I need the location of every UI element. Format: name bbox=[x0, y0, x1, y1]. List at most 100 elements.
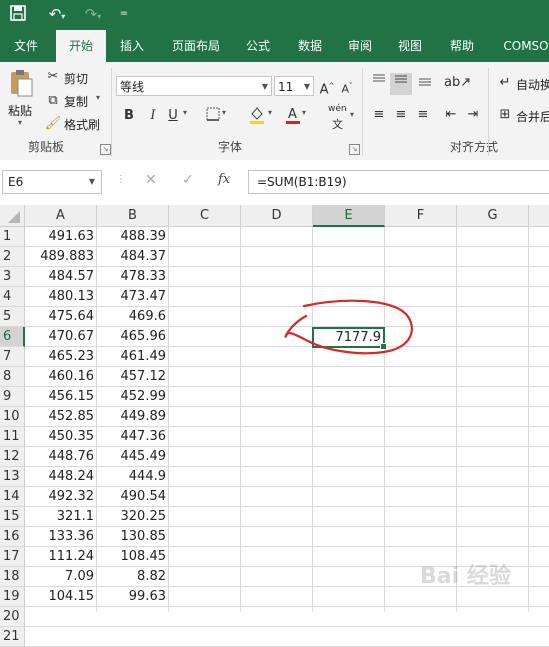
column-header-b[interactable]: B bbox=[97, 205, 169, 227]
cell-b2[interactable]: 484.37 bbox=[97, 247, 169, 267]
cell-b4[interactable]: 473.47 bbox=[97, 287, 169, 307]
row-header-5[interactable]: 5 bbox=[0, 307, 25, 327]
cell-a1[interactable]: 491.63 bbox=[25, 227, 97, 247]
chevron-down-icon[interactable]: ▼ bbox=[89, 171, 95, 193]
merge-center-button[interactable]: 合并后 bbox=[516, 108, 549, 125]
tab-formulas[interactable]: 公式 bbox=[236, 30, 280, 62]
cut-button[interactable]: 剪切 bbox=[64, 70, 88, 87]
cell-a5[interactable]: 475.64 bbox=[25, 307, 97, 327]
cell-a14[interactable]: 492.32 bbox=[25, 487, 97, 507]
cell-a3[interactable]: 484.57 bbox=[25, 267, 97, 287]
column-header-d[interactable]: D bbox=[241, 205, 313, 227]
paste-icon[interactable] bbox=[8, 68, 34, 98]
cut-icon[interactable]: ✂ bbox=[44, 68, 62, 86]
orientation-icon[interactable]: ab↗ bbox=[444, 74, 471, 92]
paste-button[interactable]: 粘贴 bbox=[8, 102, 32, 119]
format-painter-icon[interactable]: 🖌 bbox=[44, 115, 62, 133]
cell-b14[interactable]: 490.54 bbox=[97, 487, 169, 507]
row-header-20[interactable]: 20 bbox=[0, 607, 25, 627]
row-header-14[interactable]: 14 bbox=[0, 487, 25, 507]
cell-b12[interactable]: 445.49 bbox=[97, 447, 169, 467]
copy-button[interactable]: 复制 bbox=[64, 93, 88, 110]
cell-b9[interactable]: 452.99 bbox=[97, 387, 169, 407]
increase-font-icon[interactable]: A^ bbox=[318, 77, 336, 97]
cell-b15[interactable]: 320.25 bbox=[97, 507, 169, 527]
underline-icon[interactable]: U bbox=[164, 107, 182, 125]
insert-function-icon[interactable]: fx bbox=[218, 172, 230, 187]
font-launcher-icon[interactable]: ↘ bbox=[349, 144, 360, 155]
borders-dropdown-icon[interactable]: ▾ bbox=[222, 108, 226, 117]
fill-color-icon[interactable] bbox=[248, 105, 266, 124]
row-header-1[interactable]: 1 bbox=[0, 227, 25, 247]
cell-b18[interactable]: 8.82 bbox=[97, 567, 169, 587]
row-header-15[interactable]: 15 bbox=[0, 507, 25, 527]
tab-comsol[interactable]: COMSO bbox=[496, 30, 549, 62]
cell-a4[interactable]: 480.13 bbox=[25, 287, 97, 307]
orientation-dropdown-icon[interactable]: ▾ bbox=[466, 76, 470, 85]
row-header-19[interactable]: 19 bbox=[0, 587, 25, 607]
cell-b10[interactable]: 449.89 bbox=[97, 407, 169, 427]
font-color-icon[interactable]: A bbox=[284, 105, 302, 124]
phonetic-icon[interactable]: wén bbox=[328, 104, 347, 114]
decrease-indent-icon[interactable]: ⇤ bbox=[442, 106, 460, 124]
row-header-13[interactable]: 13 bbox=[0, 467, 25, 487]
cell-a9[interactable]: 456.15 bbox=[25, 387, 97, 407]
cell-a11[interactable]: 450.35 bbox=[25, 427, 97, 447]
increase-indent-icon[interactable]: ⇥ bbox=[464, 106, 482, 124]
tab-insert[interactable]: 插入 bbox=[110, 30, 154, 62]
cell-a12[interactable]: 448.76 bbox=[25, 447, 97, 467]
formula-input[interactable]: =SUM(B1:B19) bbox=[248, 170, 549, 194]
cell-b6[interactable]: 465.96 bbox=[97, 327, 169, 347]
bold-icon[interactable]: B bbox=[120, 107, 138, 125]
cell-b11[interactable]: 447.36 bbox=[97, 427, 169, 447]
copy-dropdown-icon[interactable]: ▾ bbox=[96, 93, 100, 102]
tab-help[interactable]: 帮助 bbox=[440, 30, 484, 62]
clipboard-launcher-icon[interactable]: ↘ bbox=[100, 144, 111, 155]
merge-center-icon[interactable]: ⊞ bbox=[496, 106, 514, 124]
tab-file[interactable]: 文件 bbox=[2, 30, 50, 62]
cell-a13[interactable]: 448.24 bbox=[25, 467, 97, 487]
row-header-6[interactable]: 6 bbox=[0, 327, 25, 347]
copy-icon[interactable]: ⧉ bbox=[44, 92, 62, 110]
font-color-dropdown-icon[interactable]: ▾ bbox=[302, 108, 306, 117]
cell-a18[interactable]: 7.09 bbox=[25, 567, 97, 587]
font-name-select[interactable]: 等线 ▼ bbox=[116, 76, 272, 96]
row-header-4[interactable]: 4 bbox=[0, 287, 25, 307]
align-left-icon[interactable]: ≡ bbox=[370, 106, 388, 124]
phonetic-dropdown-icon[interactable]: ▾ bbox=[350, 110, 354, 119]
cell-b16[interactable]: 130.85 bbox=[97, 527, 169, 547]
row-header-3[interactable]: 3 bbox=[0, 267, 25, 287]
select-all-button[interactable] bbox=[0, 205, 25, 227]
align-center-icon[interactable]: ≡ bbox=[392, 106, 410, 124]
column-header-g[interactable]: G bbox=[457, 205, 529, 227]
redo-icon[interactable]: ↷▾ bbox=[80, 4, 106, 24]
column-header-e[interactable]: E bbox=[313, 205, 385, 227]
cell-b3[interactable]: 478.33 bbox=[97, 267, 169, 287]
cell-a7[interactable]: 465.23 bbox=[25, 347, 97, 367]
tab-data[interactable]: 数据 bbox=[288, 30, 332, 62]
column-header-h[interactable] bbox=[529, 205, 549, 227]
row-header-2[interactable]: 2 bbox=[0, 247, 25, 267]
row-header-12[interactable]: 12 bbox=[0, 447, 25, 467]
decrease-font-icon[interactable]: A˅ bbox=[338, 77, 356, 96]
borders-icon[interactable] bbox=[204, 107, 222, 125]
align-right-icon[interactable]: ≡ bbox=[414, 106, 432, 124]
undo-icon[interactable]: ↶▾ bbox=[44, 4, 70, 24]
cell-b17[interactable]: 108.45 bbox=[97, 547, 169, 567]
cell-b19[interactable]: 99.63 bbox=[97, 587, 169, 607]
cell-b1[interactable]: 488.39 bbox=[97, 227, 169, 247]
column-header-a[interactable]: A bbox=[25, 205, 97, 227]
column-header-c[interactable]: C bbox=[169, 205, 241, 227]
tab-review[interactable]: 审阅 bbox=[338, 30, 382, 62]
underline-dropdown-icon[interactable]: ▾ bbox=[183, 108, 187, 117]
row-header-7[interactable]: 7 bbox=[0, 347, 25, 367]
cell-b13[interactable]: 444.9 bbox=[97, 467, 169, 487]
wrap-text-button[interactable]: 自动换 bbox=[516, 76, 549, 93]
align-bottom-icon[interactable] bbox=[416, 74, 434, 92]
wrap-text-icon[interactable]: ↵ bbox=[496, 74, 514, 92]
row-header-8[interactable]: 8 bbox=[0, 367, 25, 387]
row-header-18[interactable]: 18 bbox=[0, 567, 25, 587]
cell-b8[interactable]: 457.12 bbox=[97, 367, 169, 387]
format-painter-button[interactable]: 格式刷 bbox=[64, 116, 100, 133]
tab-view[interactable]: 视图 bbox=[388, 30, 432, 62]
